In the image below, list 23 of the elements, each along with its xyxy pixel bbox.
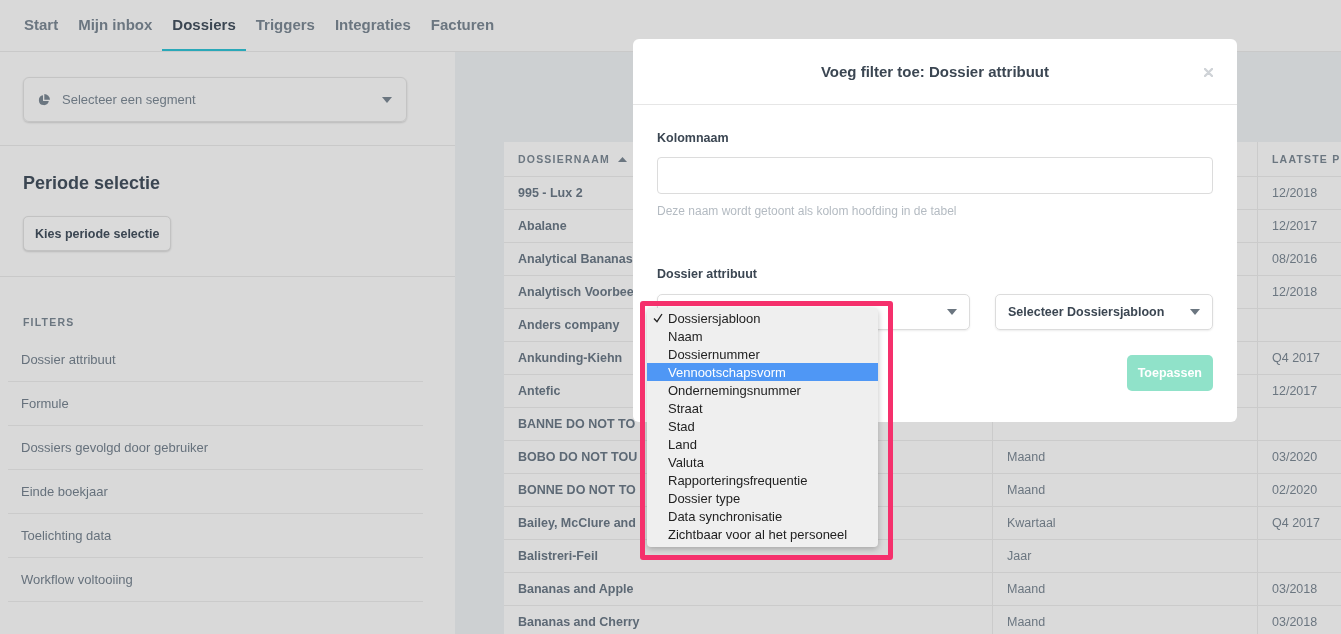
table-cell: 03/2020 [1258, 441, 1341, 474]
section-title: Periode selectie [23, 173, 162, 194]
table-cell: Bananas and Apple [504, 573, 993, 606]
table-cell: Q4 2017 [1258, 507, 1341, 540]
table-cell: Q4 2017 [1258, 342, 1341, 375]
table-cell: 02/2020 [1258, 474, 1341, 507]
table-cell: 08/2016 [1258, 243, 1341, 276]
table-cell: 12/2017 [1258, 375, 1341, 408]
dialog-title: Voeg filter toe: Dossier attribuut [820, 63, 1050, 80]
table-cell: Maand [993, 441, 1258, 474]
table-cell: 03/2018 [1258, 573, 1341, 606]
table-cell: Bananas and Cherry [504, 606, 993, 634]
table-cell: Maand [993, 474, 1258, 507]
table-cell: 12/2018 [1258, 177, 1341, 210]
table-cell: 12/2018 [1258, 276, 1341, 309]
filters-heading: FILTERS [23, 316, 76, 328]
table-cell: Kwartaal [993, 507, 1258, 540]
field-label: Kolomnaam [657, 131, 730, 145]
table-cell: Jaar [993, 540, 1258, 573]
table-cell: 03/2018 [1258, 606, 1341, 634]
table-cell: 12/2017 [1258, 210, 1341, 243]
table-cell: Maand [993, 573, 1258, 606]
table-cell: Maand [993, 606, 1258, 634]
